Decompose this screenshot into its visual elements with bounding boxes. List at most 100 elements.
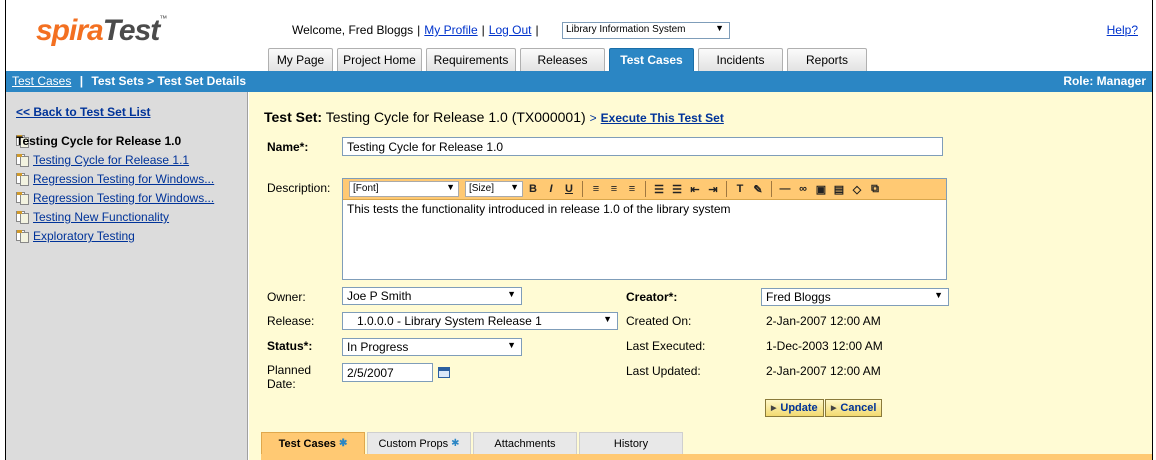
last-executed-label: Last Executed:	[626, 339, 706, 353]
test-set-icon	[16, 153, 30, 167]
outdent-icon[interactable]: ⇤	[687, 181, 703, 197]
welcome-text: Welcome, Fred Bloggs	[292, 23, 414, 37]
test-set-icon	[16, 229, 30, 243]
link-icon[interactable]: ∞	[795, 181, 811, 197]
tab-requirements[interactable]: Requirements	[426, 48, 516, 71]
asterisk-icon: ✱	[451, 438, 460, 449]
main-tabs: My Page Project Home Requirements Releas…	[268, 48, 867, 71]
help-link[interactable]: Help?	[1107, 23, 1138, 37]
tab-test-cases[interactable]: Test Cases	[609, 48, 694, 71]
list-item-label: Testing Cycle for Release 1.0	[16, 134, 182, 148]
breadcrumb-bar: Test Cases | Test Sets > Test Set Detail…	[6, 71, 1152, 92]
owner-select[interactable]: Joe P Smith ▼	[342, 287, 522, 305]
last-executed-value: 1-Dec-2003 12:00 AM	[766, 339, 883, 353]
underline-icon[interactable]: U	[561, 181, 577, 197]
creator-select[interactable]: Fred Bloggs ▼	[761, 288, 949, 306]
italic-icon[interactable]: I	[543, 181, 559, 197]
list-item[interactable]: Testing New Functionality	[16, 208, 214, 226]
description-label: Description:	[267, 181, 331, 195]
description-text[interactable]: This tests the functionality introduced …	[343, 200, 946, 218]
chevron-down-icon: ▼	[603, 314, 612, 324]
detail-tabs: Test Cases ✱ Custom Props ✱ Attachments Hi…	[261, 432, 683, 454]
list-item-link[interactable]: Exploratory Testing	[33, 229, 135, 243]
list-item-link[interactable]: Regression Testing for Windows...	[33, 172, 214, 186]
image-icon[interactable]: ▣	[813, 181, 829, 197]
align-left-icon[interactable]: ≡	[588, 181, 604, 197]
execute-test-set-link[interactable]: Execute This Test Set	[601, 111, 724, 125]
calendar-icon[interactable]	[438, 367, 450, 378]
list-item[interactable]: Exploratory Testing	[16, 227, 214, 245]
tab-releases[interactable]: Releases	[520, 48, 605, 71]
list-item-link[interactable]: Testing Cycle for Release 1.1	[33, 153, 189, 167]
created-on-value: 2-Jan-2007 12:00 AM	[766, 314, 881, 328]
editor-toolbar: [Font] ▼ [Size] ▼ B I U ≡ ≡ ≡ ☰ ☰ ⇤ ⇥ T ✎ …	[343, 179, 946, 200]
project-select[interactable]: Library Information System ▼	[562, 22, 730, 39]
bold-icon[interactable]: B	[525, 181, 541, 197]
name-label: Name*:	[267, 140, 309, 154]
table-icon[interactable]: ▤	[831, 181, 847, 197]
status-label: Status*:	[267, 339, 313, 353]
cancel-button[interactable]: ▶ Cancel	[825, 399, 883, 417]
planned-date-field[interactable]: 2/5/2007	[342, 363, 433, 382]
tab-project-home[interactable]: Project Home	[337, 48, 422, 71]
list-item[interactable]: Testing Cycle for Release 1.1	[16, 151, 214, 169]
name-field[interactable]: Testing Cycle for Release 1.0	[342, 137, 943, 156]
list-item-link[interactable]: Regression Testing for Windows...	[33, 191, 214, 205]
my-profile-link[interactable]: My Profile	[424, 23, 477, 37]
welcome-bar: Welcome, Fred Bloggs | My Profile | Log Out |	[292, 23, 539, 37]
bullet-list-icon[interactable]: ☰	[669, 181, 685, 197]
align-right-icon[interactable]: ≡	[624, 181, 640, 197]
creator-label: Creator*:	[626, 290, 678, 304]
tab-test-cases-sub[interactable]: Test Cases ✱	[261, 432, 365, 454]
highlight-icon[interactable]: ✎	[750, 181, 766, 197]
list-item[interactable]: Regression Testing for Windows...	[16, 170, 214, 188]
sidebar: << Back to Test Set List Testing Cycle f…	[6, 92, 248, 460]
tab-underline-bar	[261, 454, 1152, 460]
update-button[interactable]: ▶ Update	[765, 399, 824, 417]
spiratest-logo: spiraTest™	[36, 14, 167, 47]
created-on-label: Created On:	[626, 314, 692, 328]
horizontal-rule-icon[interactable]: —	[777, 181, 793, 197]
breadcrumb-test-cases-link[interactable]: Test Cases	[12, 74, 71, 88]
list-item[interactable]: Regression Testing for Windows...	[16, 189, 214, 207]
asterisk-icon: ✱	[338, 438, 348, 449]
source-code-icon[interactable]: ◇	[849, 181, 865, 197]
tab-incidents[interactable]: Incidents	[698, 48, 783, 71]
align-center-icon[interactable]: ≡	[606, 181, 622, 197]
page-title: Test Set: Testing Cycle for Release 1.0 …	[264, 109, 724, 125]
size-select[interactable]: [Size] ▼	[465, 181, 523, 197]
list-item-link[interactable]: Testing New Functionality	[33, 210, 169, 224]
breadcrumb: Test Cases | Test Sets > Test Set Detail…	[12, 74, 247, 88]
description-editor[interactable]: [Font] ▼ [Size] ▼ B I U ≡ ≡ ≡ ☰ ☰ ⇤ ⇥ T ✎ …	[342, 178, 947, 280]
release-select[interactable]: 1.0.0.0 - Library System Release 1 ▼	[342, 312, 618, 330]
tab-custom-props[interactable]: Custom Props ✱	[367, 432, 471, 454]
tab-reports[interactable]: Reports	[787, 48, 867, 71]
text-color-icon[interactable]: T	[732, 181, 748, 197]
chevron-down-icon: ▼	[507, 340, 516, 350]
back-to-test-set-list-link[interactable]: << Back to Test Set List	[16, 105, 151, 119]
chevron-down-icon: ▼	[934, 290, 943, 300]
test-set-icon	[16, 191, 30, 205]
breadcrumb-current: Test Sets > Test Set Details	[91, 74, 247, 88]
release-label: Release:	[267, 314, 315, 328]
chevron-down-icon: ▼	[715, 23, 724, 33]
tab-history[interactable]: History	[579, 432, 683, 454]
app-frame: spiraTest™ Welcome, Fred Bloggs | My Profi…	[5, 0, 1153, 460]
role-label: Role: Manager	[1063, 74, 1146, 88]
list-item[interactable]: Testing Cycle for Release 1.0	[16, 132, 214, 150]
log-out-link[interactable]: Log Out	[489, 23, 532, 37]
tab-my-page[interactable]: My Page	[268, 48, 333, 71]
fullscreen-icon[interactable]: ⧉	[867, 181, 883, 197]
numbered-list-icon[interactable]: ☰	[651, 181, 667, 197]
test-set-icon	[16, 210, 30, 224]
last-updated-label: Last Updated:	[626, 364, 701, 378]
owner-label: Owner:	[267, 290, 306, 304]
test-set-list: Testing Cycle for Release 1.0 Testing Cy…	[16, 132, 214, 246]
chevron-down-icon: ▼	[507, 289, 516, 299]
last-updated-value: 2-Jan-2007 12:00 AM	[766, 364, 881, 378]
font-select[interactable]: [Font] ▼	[349, 181, 459, 197]
tab-attachments[interactable]: Attachments	[473, 432, 577, 454]
test-set-icon	[16, 172, 30, 186]
status-select[interactable]: In Progress ▼	[342, 338, 522, 356]
indent-icon[interactable]: ⇥	[705, 181, 721, 197]
